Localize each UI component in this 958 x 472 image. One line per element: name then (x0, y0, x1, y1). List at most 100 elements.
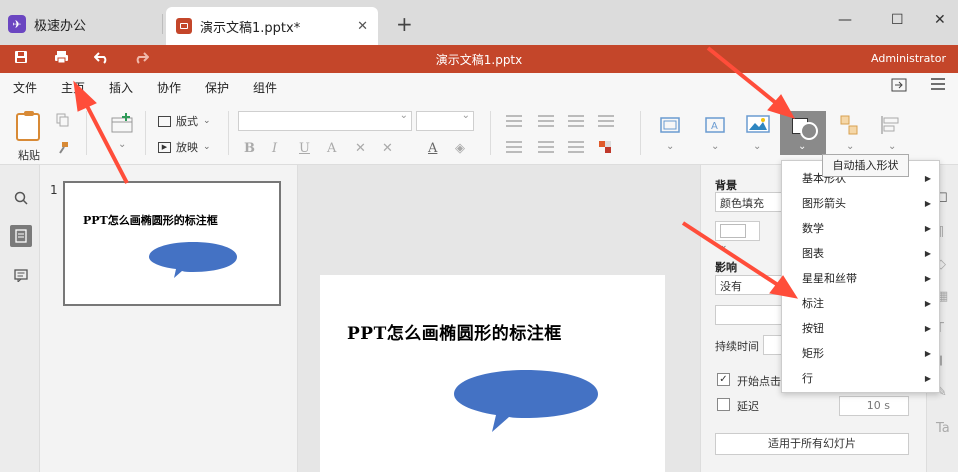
delay-input[interactable]: 10 s (839, 396, 909, 416)
insert-shape-tooltip: 自动插入形状 (822, 154, 909, 177)
copy-icon[interactable] (56, 113, 70, 127)
color-dropdown-icon: ⌄ (720, 241, 728, 251)
menu-collaborate[interactable]: 协作 (157, 79, 181, 96)
insert-shape-button[interactable]: ⌄ (780, 111, 826, 155)
shape-category-menu: 基本形状 ▶ 图形箭头 ▶ 数学 ▶ 图表 ▶ 星星和丝带 ▶ 标注 ▶ 按钮 ▶ 矩形 ▶ 行… (781, 160, 940, 393)
print-icon[interactable] (54, 50, 69, 68)
underline-button[interactable]: U (299, 141, 310, 156)
bold-button[interactable]: B (244, 141, 255, 156)
menu-home[interactable]: 主页 (61, 79, 86, 101)
align-objects-icon[interactable] (880, 115, 902, 138)
layout-dropdown-icon: ⌄ (203, 116, 211, 126)
menu-item-buttons[interactable]: 按钮 ▶ (782, 316, 939, 341)
menu-item-label: 图表 (802, 247, 824, 260)
new-tab-button[interactable]: + (396, 12, 413, 36)
menu-item-lines[interactable]: 行 ▶ (782, 366, 939, 391)
app-tab-label: 极速办公 (34, 18, 87, 34)
presentation-icon (176, 18, 192, 34)
ribbon-separator (228, 111, 229, 155)
submenu-arrow-icon: ▶ (924, 324, 931, 333)
menu-plugins[interactable]: 组件 (253, 79, 277, 96)
textbox-dropdown-icon[interactable]: ⌄ (711, 141, 719, 152)
add-slide-dropdown-icon[interactable]: ⌄ (118, 139, 126, 150)
maximize-button[interactable]: ☐ (891, 12, 904, 28)
increase-indent-icon[interactable] (598, 115, 614, 127)
color-swatch (720, 224, 746, 238)
left-sidebar (0, 165, 40, 472)
align-left-icon[interactable] (506, 141, 522, 153)
app-tab[interactable]: ✈ 极速办公 (8, 9, 86, 39)
menu-item-math[interactable]: 数学 ▶ (782, 216, 939, 241)
arrange-icon[interactable] (840, 115, 858, 138)
arrange-dropdown-icon[interactable]: ⌄ (846, 141, 854, 152)
highlight-icon[interactable]: ◈ (455, 141, 465, 156)
menu-item-callouts[interactable]: 标注 ▶ (782, 291, 939, 316)
close-tab-icon[interactable]: ✕ (357, 19, 368, 34)
svg-text:A: A (711, 121, 718, 132)
document-tab[interactable]: 演示文稿1.pptx* ✕ (166, 7, 378, 45)
shading-icon[interactable] (598, 140, 612, 154)
subscript-button[interactable]: ✕ (382, 141, 393, 156)
font-color-button[interactable]: A (327, 141, 336, 156)
slide-thumbnail[interactable]: PPT怎么画椭圆形的标注框 (63, 181, 281, 306)
submenu-arrow-icon: ▶ (924, 349, 931, 358)
redo-icon[interactable] (134, 50, 150, 68)
open-location-icon[interactable] (891, 78, 907, 96)
menu-item-label: 图形箭头 (802, 197, 846, 210)
hamburger-menu-icon[interactable] (931, 78, 945, 94)
minimize-button[interactable]: — (838, 12, 852, 28)
superscript-button[interactable]: ✕ (355, 141, 366, 156)
close-window-button[interactable]: ✕ (934, 12, 946, 28)
tab-separator (162, 14, 163, 34)
comments-icon[interactable] (10, 264, 32, 286)
delay-checkbox[interactable] (717, 398, 730, 411)
menu-item-stars-ribbons[interactable]: 星星和丝带 ▶ (782, 266, 939, 291)
numbering-icon[interactable] (538, 115, 554, 127)
slide-title[interactable]: PPT怎么画椭圆形的标注框 (347, 319, 562, 344)
menu-item-arrows[interactable]: 图形箭头 ▶ (782, 191, 939, 216)
shape-circle-icon (800, 122, 818, 140)
align-center-icon[interactable] (538, 141, 554, 153)
submenu-arrow-icon: ▶ (924, 374, 931, 383)
start-on-click-checkbox[interactable]: ✓ (717, 373, 730, 386)
menu-protect[interactable]: 保护 (205, 79, 229, 96)
line-spacing-icon[interactable] (568, 141, 584, 153)
slideshow-button[interactable]: ▶ 放映 ⌄ (158, 139, 211, 155)
undo-icon[interactable] (93, 50, 109, 68)
save-icon[interactable] (14, 50, 28, 68)
table-dropdown-icon[interactable]: ⌄ (666, 141, 674, 152)
fill-color-picker[interactable]: ⌄ (715, 221, 760, 251)
apply-to-all-slides-button[interactable]: 适用于所有幻灯片 (715, 433, 909, 455)
menu-item-label: 行 (802, 372, 813, 385)
add-slide-icon[interactable] (110, 113, 134, 133)
format-painter-icon[interactable] (56, 141, 70, 155)
play-icon: ▶ (158, 141, 171, 153)
search-icon[interactable] (10, 187, 32, 209)
insert-image-icon[interactable] (746, 115, 770, 136)
text-color-icon[interactable]: A (428, 141, 437, 156)
insert-table-icon[interactable] (660, 117, 680, 136)
layout-button[interactable]: 版式 ⌄ (158, 113, 211, 129)
slideshow-dropdown-icon: ⌄ (203, 142, 211, 152)
slides-panel-icon[interactable] (10, 225, 32, 247)
slide-editor: PPT怎么画椭圆形的标注框 (298, 165, 700, 472)
bullets-icon[interactable] (506, 115, 522, 127)
menu-item-rectangles[interactable]: 矩形 ▶ (782, 341, 939, 366)
thumbnail-title: PPT怎么画椭圆形的标注框 (83, 214, 218, 227)
submenu-arrow-icon: ▶ (924, 224, 931, 233)
rocket-icon: ✈ (8, 15, 26, 33)
italic-button[interactable]: I (272, 141, 277, 156)
insert-textbox-icon[interactable]: A (705, 117, 725, 136)
decrease-indent-icon[interactable] (568, 115, 584, 127)
menu-insert[interactable]: 插入 (109, 79, 133, 96)
oval-callout-shape[interactable] (452, 368, 600, 434)
slide-canvas[interactable]: PPT怎么画椭圆形的标注框 (320, 275, 665, 472)
effect-label: 影响 (715, 261, 737, 274)
align-dropdown-icon[interactable]: ⌄ (888, 141, 896, 152)
font-size-select[interactable] (416, 110, 474, 131)
menu-file[interactable]: 文件 (13, 79, 37, 96)
font-family-select[interactable] (238, 110, 412, 131)
menu-item-charts[interactable]: 图表 ▶ (782, 241, 939, 266)
image-dropdown-icon[interactable]: ⌄ (753, 141, 761, 152)
textart-settings-icon[interactable]: Ta (936, 421, 950, 436)
